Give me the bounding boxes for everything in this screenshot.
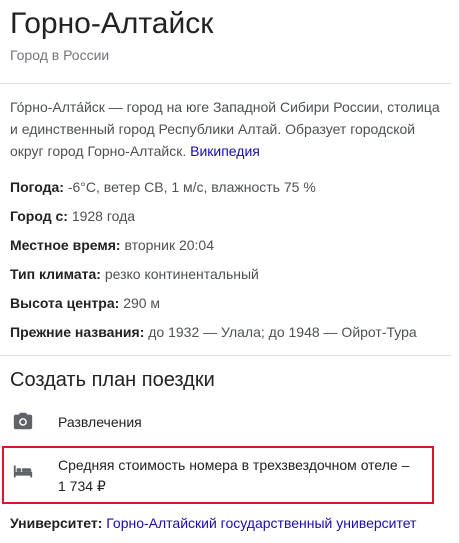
page-title: Горно-Алтайск xyxy=(10,7,214,40)
fact-elevation: Высота центра: 290 м xyxy=(10,294,160,312)
fact-key[interactable]: Местное время: xyxy=(10,237,121,253)
fact-value: резко континентальный xyxy=(104,266,259,282)
fact-weather: Погода: -6°C, ветер СВ, 1 м/с, влажность… xyxy=(10,178,316,196)
trip-item-entertainment[interactable]: Развлечения xyxy=(0,404,450,440)
fact-key[interactable]: Университет: xyxy=(10,515,102,531)
fact-value: 1928 года xyxy=(71,208,136,224)
trip-section-title: Создать план поездки xyxy=(10,369,215,391)
fact-value: -6°C, ветер СВ, 1 м/с, влажность 75 % xyxy=(67,179,316,195)
fact-local-time: Местное время: вторник 20:04 xyxy=(10,236,214,254)
page-subtitle: Город в России xyxy=(10,47,110,63)
trip-item-label-line1: Средняя стоимость номера в трехзвездочно… xyxy=(58,457,410,473)
fact-key[interactable]: Погода: xyxy=(10,179,64,195)
description: Го́рно-Алта́йск — город на юге Западной … xyxy=(10,96,440,162)
fact-key[interactable]: Высота центра: xyxy=(10,295,119,311)
divider xyxy=(0,83,452,84)
fact-key[interactable]: Прежние названия: xyxy=(10,324,144,340)
fact-key[interactable]: Город с: xyxy=(10,208,68,224)
fact-founded: Город с: 1928 года xyxy=(10,207,135,225)
wikipedia-link[interactable]: Википедия xyxy=(190,143,260,159)
fact-former-names: Прежние названия: до 1932 — Улала; до 19… xyxy=(10,323,417,341)
knowledge-panel: Горно-Алтайск Город в России Го́рно-Алта… xyxy=(0,0,460,543)
fact-value: 290 м xyxy=(123,295,161,311)
camera-icon xyxy=(13,412,33,430)
fact-key[interactable]: Тип климата: xyxy=(10,266,101,282)
university-link[interactable]: Горно-Алтайский государственный универси… xyxy=(106,515,416,531)
trip-item-label-line2: 1 734 ₽ xyxy=(58,478,106,494)
fact-value: до 1932 — Улала; до 1948 — Ойрот-Тура xyxy=(148,324,417,340)
trip-item-hotel-price[interactable]: Средняя стоимость номера в трехзвездочно… xyxy=(0,448,450,502)
bed-icon xyxy=(13,465,33,478)
fact-university: Университет: Горно-Алтайский государстве… xyxy=(10,514,416,532)
divider xyxy=(0,355,452,356)
trip-item-label: Развлечения xyxy=(58,414,142,430)
fact-value: вторник 20:04 xyxy=(124,237,214,253)
fact-climate: Тип климата: резко континентальный xyxy=(10,265,259,283)
